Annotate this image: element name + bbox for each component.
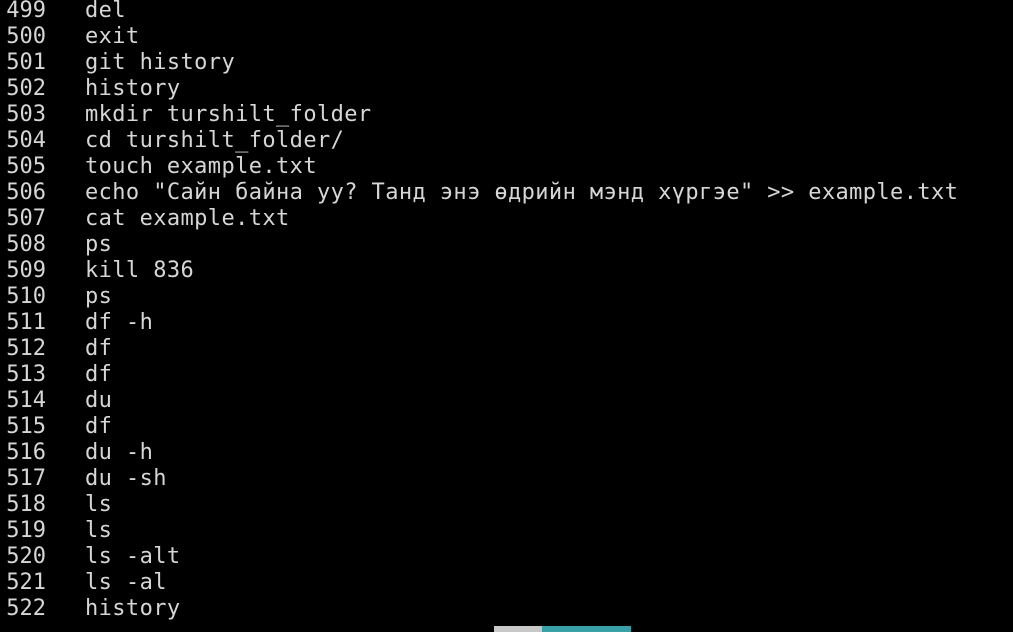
history-command: kill 836 [85,258,195,283]
history-line: 513 df [0,362,1013,388]
history-command: ls -al [85,570,167,595]
history-line: 511 df -h [0,310,1013,336]
history-number: 505 [6,154,46,179]
history-number: 503 [6,102,46,127]
history-number: 510 [6,284,46,309]
history-number: 511 [6,310,46,335]
history-command: ls [85,492,113,517]
history-line: 510 ps [0,284,1013,310]
history-number: 506 [6,180,46,205]
history-line: 516 du -h [0,440,1013,466]
history-line: 507 cat example.txt [0,206,1013,232]
history-line: 521 ls -al [0,570,1013,596]
history-number: 504 [6,128,46,153]
history-command: df [85,362,113,387]
history-command: history [85,76,181,101]
history-number: 516 [6,440,46,465]
history-command: du [85,388,113,413]
history-number: 508 [6,232,46,257]
history-number: 517 [6,466,46,491]
status-segment-light [494,626,542,632]
history-line: 500 exit [0,24,1013,50]
history-command: history [85,596,181,621]
history-number: 518 [6,492,46,517]
history-number: 502 [6,76,46,101]
history-line: 506 echo "Сайн байна уу? Танд энэ өдрийн … [0,180,1013,206]
history-number: 512 [6,336,46,361]
history-command: echo "Сайн байна уу? Танд энэ өдрийн мэн… [85,180,959,205]
history-command: del [85,0,126,23]
history-line: 505 touch example.txt [0,154,1013,180]
history-command: touch example.txt [85,154,317,179]
history-output: 499 del 500 exit 501 git history 502 history 503… [0,0,1013,622]
history-line: 520 ls -alt [0,544,1013,570]
history-number: 513 [6,362,46,387]
history-command: ps [85,232,113,257]
history-command: du -h [85,440,154,465]
history-number: 509 [6,258,46,283]
history-number: 519 [6,518,46,543]
history-command: df [85,336,113,361]
history-line: 504 cd turshilt_folder/ [0,128,1013,154]
history-line: 514 du [0,388,1013,414]
history-number: 501 [6,50,46,75]
history-line: 508 ps [0,232,1013,258]
terminal-window[interactable]: 499 del 500 exit 501 git history 502 history 503… [0,0,1013,632]
history-line: 517 du -sh [0,466,1013,492]
history-command: ls -alt [85,544,181,569]
history-line: 499 del [0,0,1013,24]
history-number: 520 [6,544,46,569]
history-number: 521 [6,570,46,595]
history-line: 519 ls [0,518,1013,544]
history-line: 503 mkdir turshilt_folder [0,102,1013,128]
history-number: 499 [6,0,46,23]
history-line: 501 git history [0,50,1013,76]
history-command: du -sh [85,466,167,491]
history-command: df [85,414,113,439]
status-bar [0,626,1013,632]
status-segment-teal [542,626,631,632]
history-number: 500 [6,24,46,49]
history-command: df -h [85,310,154,335]
history-command: exit [85,24,140,49]
history-command: git history [85,50,236,75]
history-line: 518 ls [0,492,1013,518]
history-number: 522 [6,596,46,621]
history-line: 512 df [0,336,1013,362]
history-command: ps [85,284,113,309]
history-line: 515 df [0,414,1013,440]
history-command: mkdir turshilt_folder [85,102,372,127]
history-command: cat example.txt [85,206,290,231]
history-line: 522 history [0,596,1013,622]
history-number: 514 [6,388,46,413]
history-number: 507 [6,206,46,231]
history-command: cd turshilt_folder/ [85,128,345,153]
history-command: ls [85,518,113,543]
history-number: 515 [6,414,46,439]
history-line: 502 history [0,76,1013,102]
history-line: 509 kill 836 [0,258,1013,284]
